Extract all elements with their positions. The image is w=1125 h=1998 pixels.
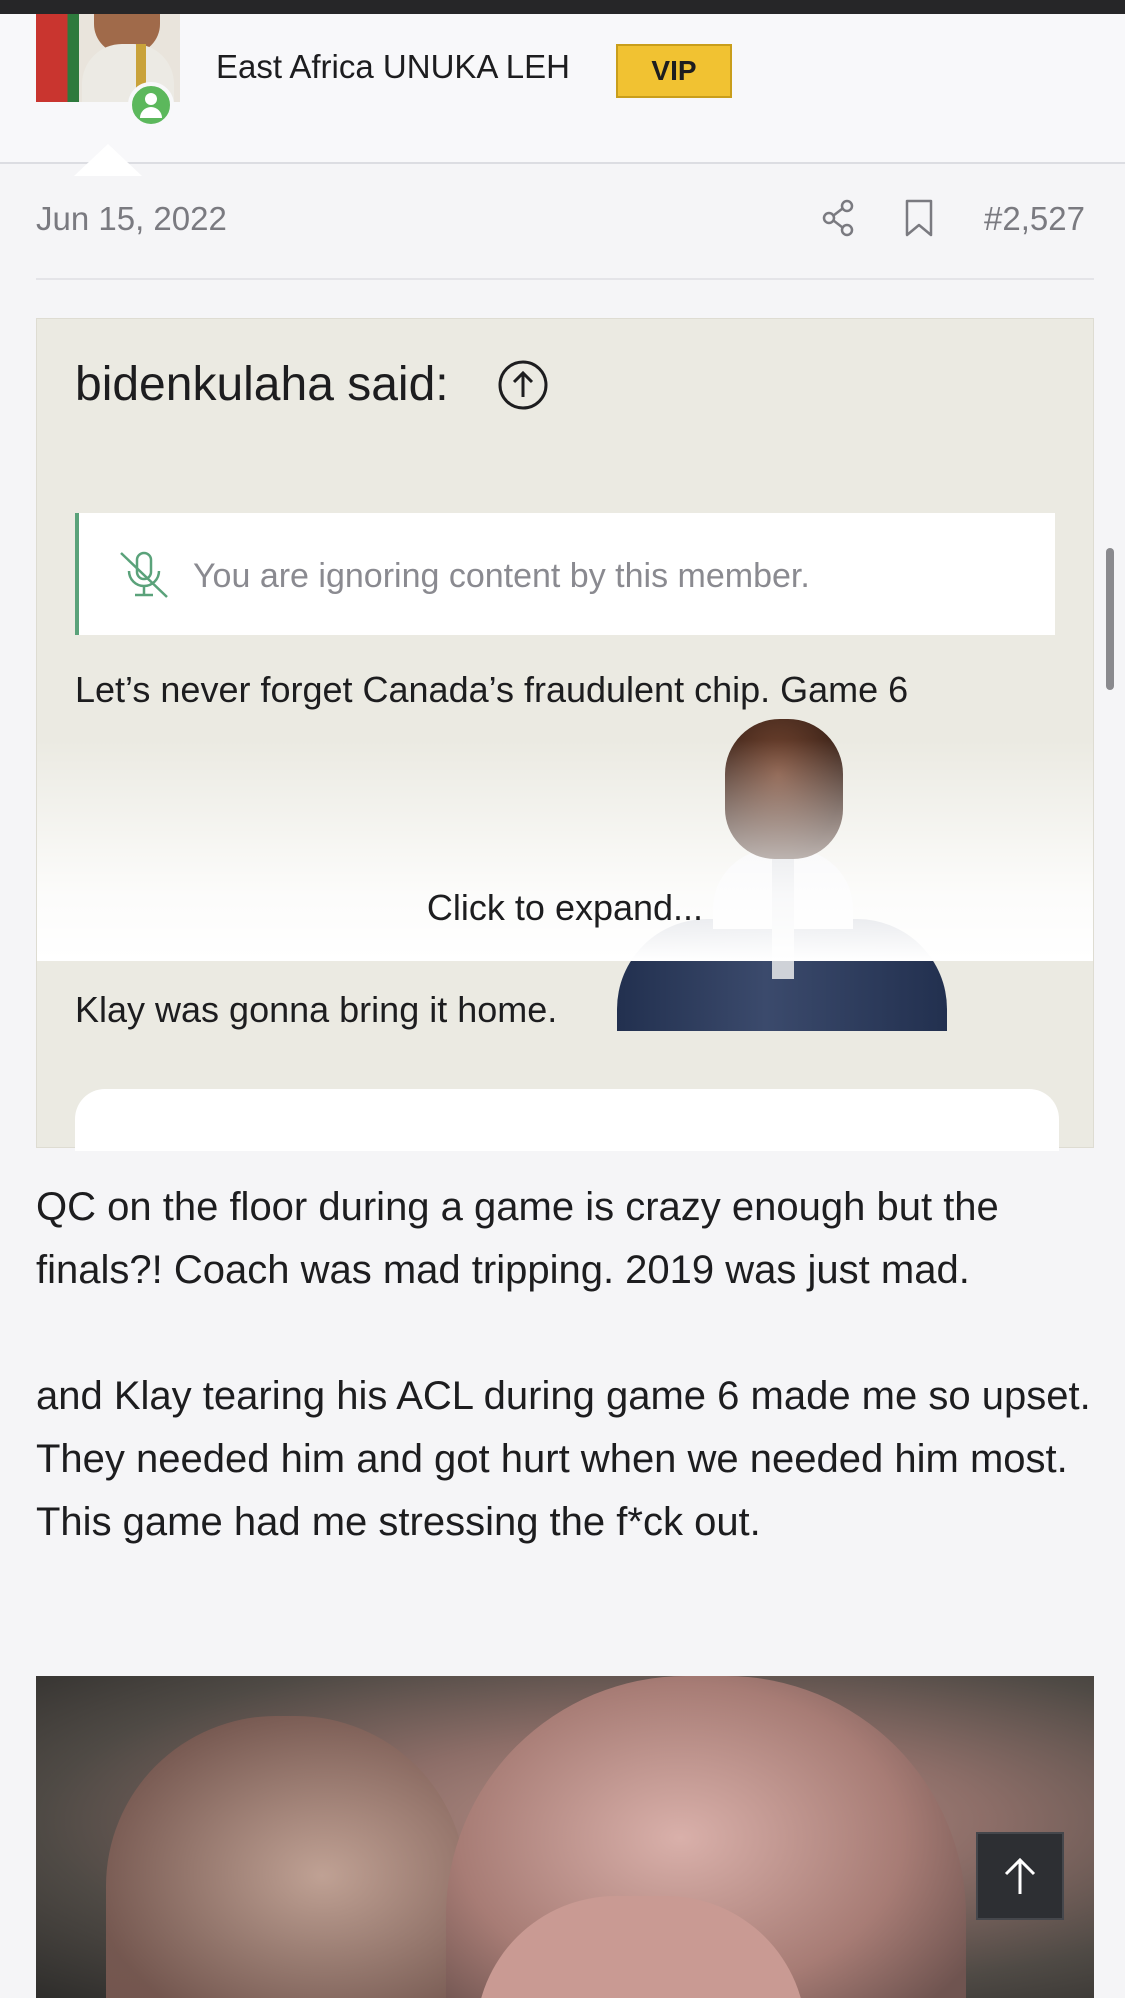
arrow-up-icon: [1004, 1857, 1036, 1894]
quote-text-line: Let’s never forget Canada’s fraudulent c…: [75, 669, 909, 710]
bookmark-icon[interactable]: [902, 198, 936, 238]
post-paragraph: QC on the floor during a game is crazy e…: [36, 1185, 999, 1292]
post-body: QC on the floor during a game is crazy e…: [36, 1176, 1094, 1554]
back-to-top-button[interactable]: [976, 1832, 1064, 1920]
post-date[interactable]: Jun 15, 2022: [36, 200, 227, 238]
user-online-icon: [128, 82, 174, 128]
post-author-bar: East Africa UNUKA LEH VIP: [0, 14, 1125, 176]
vip-badge: VIP: [616, 44, 732, 98]
muted-mic-icon: [120, 551, 168, 598]
ignored-message: You are ignoring content by this member.: [193, 557, 810, 595]
quote-text-line: Klay was gonna bring it home.: [75, 989, 558, 1030]
author-user-title: East Africa UNUKA LEH: [216, 48, 570, 85]
click-to-expand-link[interactable]: Click to expand...: [37, 887, 1093, 929]
message-arrow: [74, 144, 142, 176]
divider: [36, 278, 1094, 280]
post-paragraph: This game had me stressing the f*ck out.: [36, 1500, 761, 1544]
status-bar: [0, 0, 1125, 14]
post-number-link[interactable]: #2,527: [984, 200, 1085, 238]
arrow-up-circle-icon[interactable]: [497, 359, 549, 411]
share-icon[interactable]: [820, 198, 856, 238]
scrollbar[interactable]: [1106, 548, 1114, 690]
quote-embed-frame: [75, 1089, 1059, 1151]
ignored-content-notice[interactable]: You are ignoring content by this member.: [75, 513, 1055, 635]
quote-author-link[interactable]: bidenkulaha said:: [75, 357, 449, 412]
post-image[interactable]: [36, 1676, 1094, 1998]
post-paragraph: and Klay tearing his ACL during game 6 m…: [36, 1374, 1091, 1481]
quote-block: bidenkulaha said: You are ignoring conte…: [36, 318, 1094, 1151]
